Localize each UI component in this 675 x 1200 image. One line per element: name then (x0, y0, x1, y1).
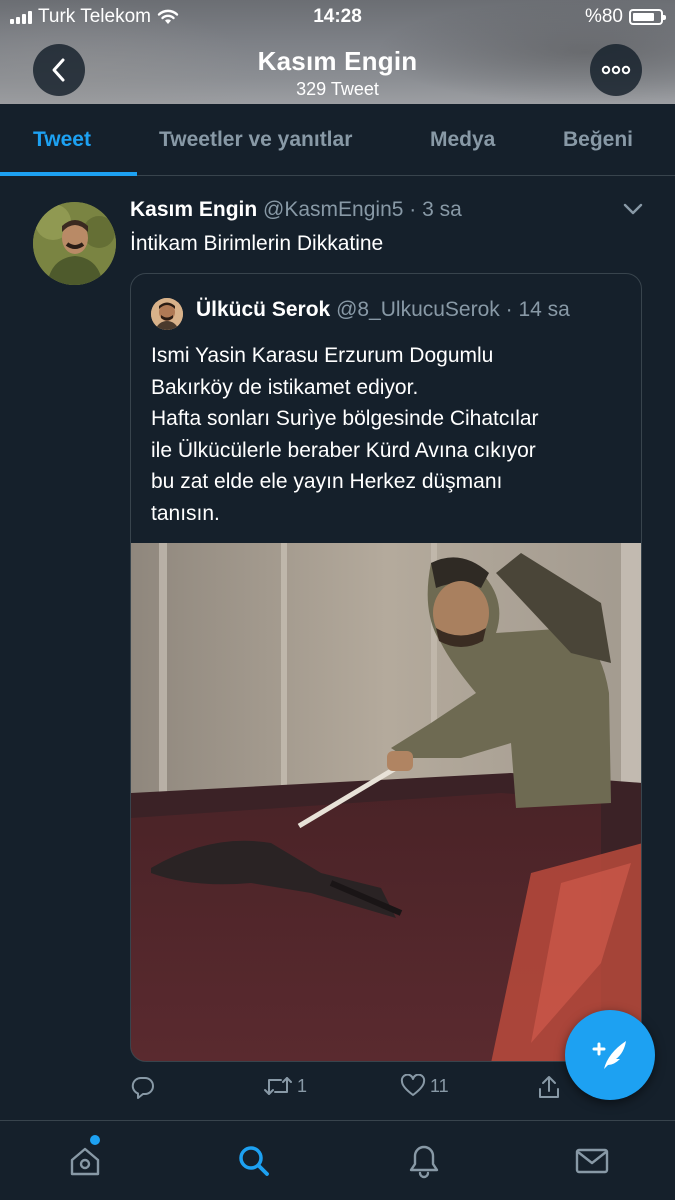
compose-icon (592, 1041, 626, 1069)
like-button[interactable]: 11 (400, 1074, 449, 1098)
author-handle[interactable]: @KasmEngin5 (263, 198, 403, 221)
profile-title: Kasım Engin 329 Tweet (0, 46, 675, 100)
profile-tabs: Tweet Tweetler ve yanıtlar Medya Beğeni (0, 104, 675, 176)
share-button[interactable] (537, 1074, 561, 1100)
tweet-text: İntikam Birimlerin Dikkatine (130, 232, 384, 255)
quoted-author-handle: @8_UlkucuSerok (336, 298, 500, 321)
nav-messages[interactable] (572, 1141, 612, 1181)
quoted-time: · 14 sa (505, 298, 570, 321)
search-icon (239, 1146, 269, 1176)
author-name[interactable]: Kasım Engin (130, 198, 257, 221)
compose-tweet-button[interactable] (565, 1010, 655, 1100)
bottom-navigation (0, 1120, 675, 1200)
home-icon (70, 1147, 100, 1176)
tweet-actions: 1 11 (130, 1074, 642, 1104)
battery-icon (629, 9, 666, 25)
active-tab-indicator (0, 172, 137, 176)
tweet-time: · 3 sa (409, 198, 462, 221)
nav-search[interactable] (234, 1141, 274, 1181)
profile-header: Turk Telekom 14:28 %80 Kasım Engin 329 T… (0, 0, 675, 104)
quoted-tweet[interactable]: Ülkücü Serok @8_UlkucuSerok · 14 sa Ismi… (130, 273, 642, 1062)
nav-home[interactable] (65, 1141, 105, 1181)
more-icon (601, 65, 631, 75)
profile-name: Kasım Engin (257, 46, 418, 76)
retweet-icon (264, 1077, 292, 1095)
avatar[interactable] (33, 202, 116, 285)
retweet-count: 1 (297, 1075, 308, 1096)
reply-button[interactable] (130, 1074, 160, 1100)
share-icon (539, 1076, 559, 1098)
tweet-count: 329 Tweet (296, 79, 379, 99)
status-bar: Turk Telekom 14:28 %80 (0, 4, 675, 32)
status-time: 14:28 (313, 6, 362, 27)
tab-media[interactable]: Medya (430, 128, 495, 152)
quoted-text: Ismi Yasin Karasu Erzurum Dogumlu Bakırk… (151, 344, 539, 525)
tab-likes[interactable]: Beğeni (563, 128, 633, 152)
mail-icon (575, 1148, 609, 1174)
tab-tweets[interactable]: Tweet (33, 128, 91, 152)
quoted-header: Ülkücü Serok @8_UlkucuSerok · 14 sa (196, 298, 570, 322)
quoted-avatar (151, 298, 183, 330)
tweet-header: Kasım Engin @KasmEngin5 · 3 sa (130, 198, 462, 222)
retweet-button[interactable]: 1 (263, 1074, 307, 1098)
more-button[interactable] (590, 44, 642, 96)
tab-tweets-and-replies[interactable]: Tweetler ve yanıtlar (159, 128, 352, 152)
heart-icon (400, 1074, 426, 1096)
like-count: 11 (430, 1075, 449, 1096)
bell-icon (409, 1145, 439, 1179)
battery-percent: %80 (584, 6, 623, 27)
chevron-down-icon (623, 203, 643, 215)
quoted-author-name: Ülkücü Serok (196, 298, 331, 321)
nav-notifications[interactable] (404, 1141, 444, 1181)
reply-icon (131, 1076, 154, 1099)
quoted-media-image[interactable] (131, 543, 641, 1061)
tweet-menu-button[interactable] (622, 202, 644, 221)
home-notification-dot (90, 1135, 100, 1145)
